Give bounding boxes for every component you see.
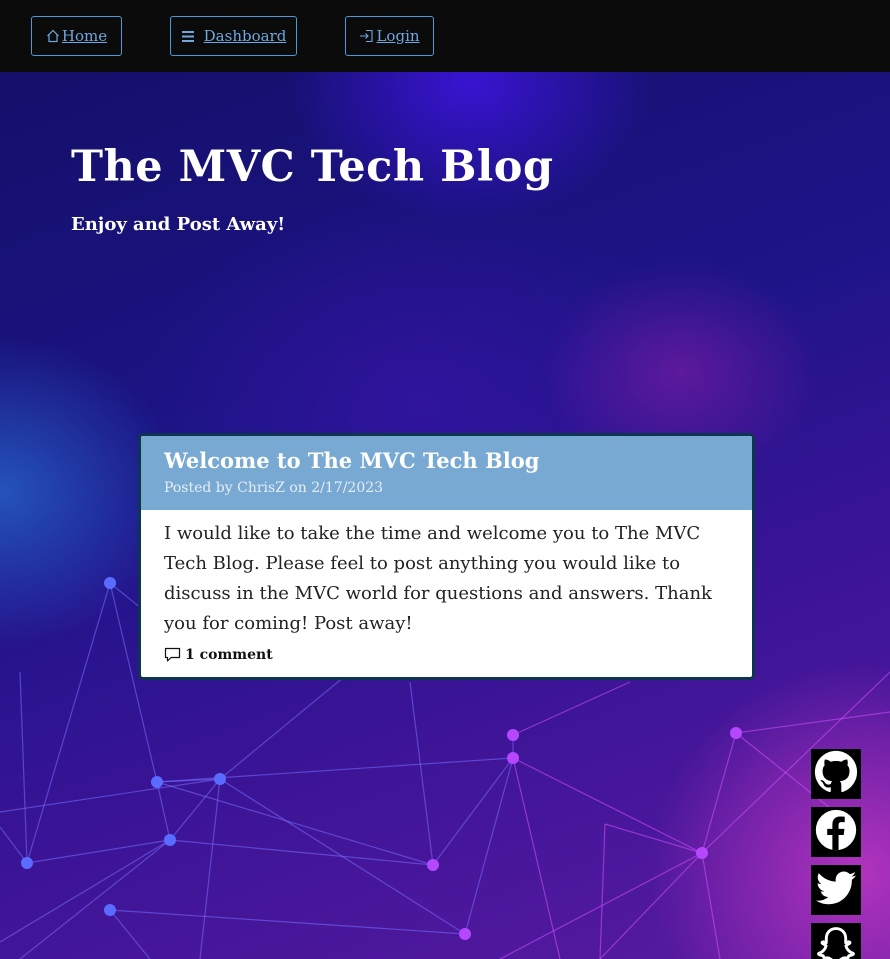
facebook-icon [814, 808, 858, 856]
comment-count: 1 comment [185, 647, 273, 663]
home-icon [46, 29, 60, 43]
menu-icon [181, 29, 195, 43]
nav-login-label: Login [376, 27, 420, 45]
twitter-icon [814, 866, 858, 914]
nav-home-label: Home [61, 27, 108, 45]
page-subtitle: Enjoy and Post Away! [71, 214, 286, 235]
post-card[interactable]: Welcome to The MVC Tech Blog Posted by C… [138, 433, 755, 680]
post-title[interactable]: Welcome to The MVC Tech Blog [164, 448, 752, 473]
twitter-link[interactable] [811, 865, 861, 915]
page-title: The MVC Tech Blog [71, 142, 554, 192]
post-body: I would like to take the time and welcom… [164, 523, 712, 634]
snapchat-link[interactable] [811, 923, 861, 959]
top-navbar: Home Dashboard Login [0, 0, 890, 72]
github-icon [814, 750, 858, 798]
comment-icon [164, 647, 181, 663]
facebook-link[interactable] [811, 807, 861, 857]
github-link[interactable] [811, 749, 861, 799]
nav-dashboard-button[interactable]: Dashboard [170, 16, 297, 56]
post-comments-link[interactable]: 1 comment [164, 647, 752, 663]
nav-dashboard-label: Dashboard [203, 27, 287, 45]
snapchat-icon [814, 924, 858, 959]
post-meta: Posted by ChrisZ on 2/17/2023 [164, 480, 384, 496]
post-header: Welcome to The MVC Tech Blog Posted by C… [141, 436, 752, 510]
nav-login-button[interactable]: Login [345, 16, 434, 56]
nav-home-button[interactable]: Home [31, 16, 122, 56]
login-icon [359, 29, 374, 43]
